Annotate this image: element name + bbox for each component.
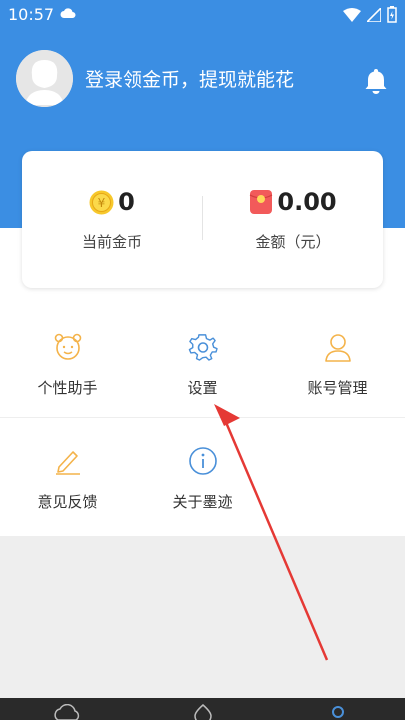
info-icon: [188, 447, 217, 475]
wifi-icon: [343, 7, 361, 22]
discover-tab-icon[interactable]: [191, 704, 215, 720]
assistant-face-icon: [54, 333, 81, 360]
menu-item-about[interactable]: 关于墨迹: [135, 417, 270, 529]
coins-stat[interactable]: ¥ 0 当前金币: [22, 151, 202, 288]
menu-label-about: 关于墨迹: [172, 493, 233, 511]
menu-item-feedback[interactable]: 意见反馈: [0, 417, 135, 529]
status-time: 10:57: [8, 5, 55, 24]
bell-icon[interactable]: [365, 68, 387, 94]
coin-icon: ¥: [89, 190, 114, 214]
user-icon: [324, 334, 351, 362]
amount-label: 金额（元）: [255, 233, 331, 251]
menu-label-feedback: 意见反馈: [37, 493, 98, 511]
wallet-card: ¥ 0 当前金币 0.00 金额（元）: [22, 151, 383, 288]
amount-value: 0.00: [277, 188, 337, 216]
login-prompt[interactable]: 登录领金币，提现就能花: [85, 65, 294, 92]
cloud-icon: [60, 8, 76, 18]
coins-label: 当前金币: [81, 233, 142, 251]
profile-row[interactable]: 登录领金币，提现就能花: [16, 50, 294, 107]
weather-tab-icon[interactable]: [52, 704, 82, 720]
signal-icon: [367, 7, 381, 22]
menu-label-assistant: 个性助手: [37, 379, 98, 397]
avatar[interactable]: [16, 50, 73, 107]
amount-stat[interactable]: 0.00 金额（元）: [203, 151, 383, 288]
menu-label-settings: 设置: [187, 379, 218, 397]
menu-label-account: 账号管理: [307, 379, 368, 397]
default-avatar-icon: [16, 50, 73, 107]
bottom-nav: [0, 698, 405, 720]
menu-item-account[interactable]: 账号管理: [270, 303, 405, 415]
pencil-icon: [55, 451, 80, 475]
coin-symbol: ¥: [98, 196, 106, 210]
coins-value: 0: [118, 188, 135, 216]
red-envelope-icon: [250, 190, 273, 214]
profile-tab-icon[interactable]: [328, 704, 348, 720]
battery-icon: [387, 6, 397, 23]
menu-item-assistant[interactable]: 个性助手: [0, 303, 135, 415]
menu-item-settings[interactable]: 设置: [135, 303, 270, 415]
status-bar: 10:57: [0, 0, 405, 30]
gear-icon: [188, 334, 218, 361]
